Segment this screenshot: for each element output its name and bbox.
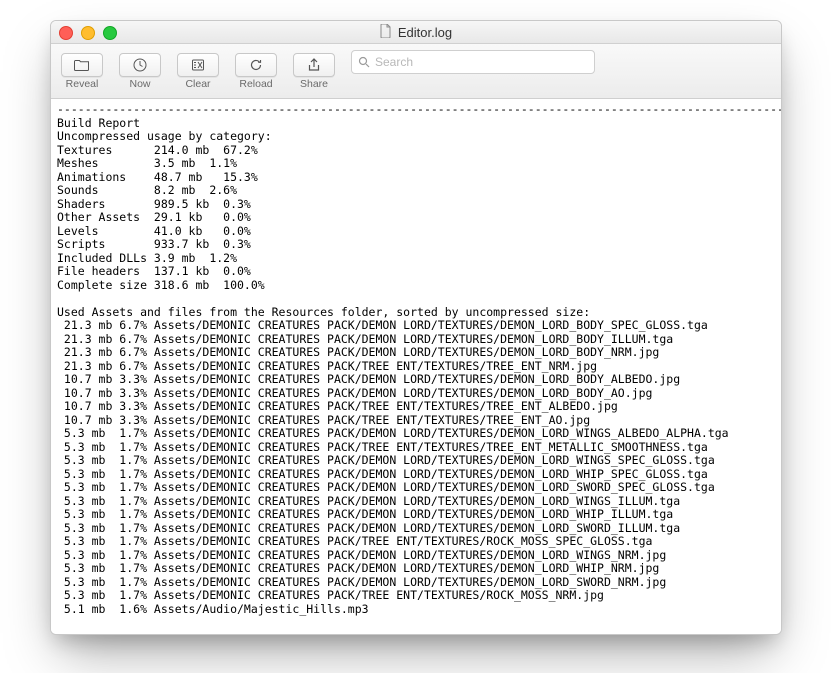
titlebar[interactable]: Editor.log bbox=[51, 21, 781, 44]
window-controls bbox=[59, 26, 117, 40]
log-text: ----------------------------------------… bbox=[51, 99, 781, 622]
clear-label: Clear bbox=[185, 78, 210, 90]
now-button[interactable] bbox=[119, 53, 161, 77]
clear-button[interactable] bbox=[177, 53, 219, 77]
console-window: Editor.log Reveal Now Clear bbox=[50, 20, 782, 635]
window-title: Editor.log bbox=[398, 25, 452, 40]
document-icon bbox=[380, 24, 392, 41]
zoom-button[interactable] bbox=[103, 26, 117, 40]
clock-icon bbox=[132, 57, 148, 73]
close-button[interactable] bbox=[59, 26, 73, 40]
log-viewport[interactable]: ----------------------------------------… bbox=[51, 99, 781, 634]
folder-icon bbox=[74, 57, 90, 73]
toolbar: Reveal Now Clear Reload bbox=[51, 44, 781, 99]
search-input[interactable] bbox=[375, 55, 588, 69]
reveal-label: Reveal bbox=[66, 78, 99, 90]
minimize-button[interactable] bbox=[81, 26, 95, 40]
reload-icon bbox=[248, 57, 264, 73]
reveal-button[interactable] bbox=[61, 53, 103, 77]
share-label: Share bbox=[300, 78, 328, 90]
reload-button[interactable] bbox=[235, 53, 277, 77]
share-icon bbox=[306, 57, 322, 73]
clear-icon bbox=[190, 57, 206, 73]
now-label: Now bbox=[129, 78, 150, 90]
reload-label: Reload bbox=[239, 78, 272, 90]
share-button[interactable] bbox=[293, 53, 335, 77]
search-field[interactable] bbox=[351, 50, 595, 74]
search-icon bbox=[358, 56, 370, 68]
